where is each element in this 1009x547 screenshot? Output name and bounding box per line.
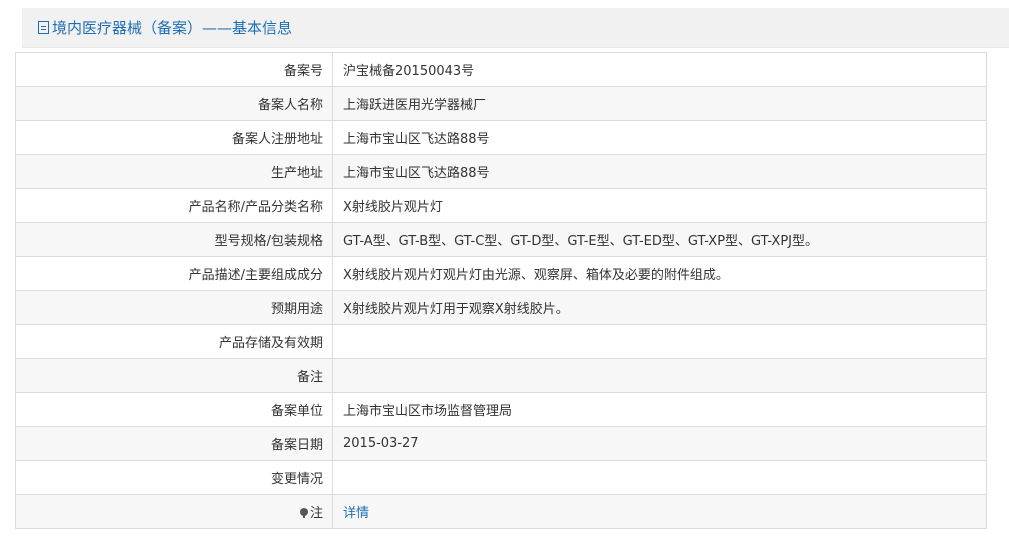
row-label: 备案人名称	[15, 86, 333, 121]
table-row: 备注	[15, 358, 987, 393]
row-value: 2015-03-27	[332, 426, 987, 461]
table-row: 生产地址 上海市宝山区飞达路88号	[15, 154, 987, 189]
table-row: 变更情况	[15, 460, 987, 495]
table-row: 备案号 沪宝械备20150043号	[15, 52, 987, 87]
row-value: GT-A型、GT-B型、GT-C型、GT-D型、GT-E型、GT-ED型、GT-…	[332, 222, 987, 257]
table-row: 备案日期 2015-03-27	[15, 426, 987, 461]
row-value: 上海市宝山区飞达路88号	[332, 120, 987, 155]
row-value: X射线胶片观片灯	[332, 188, 987, 223]
note-label: 注	[309, 506, 323, 521]
row-label: 备案号	[15, 52, 333, 87]
table-row: 备案单位 上海市宝山区市场监督管理局	[15, 392, 987, 427]
row-value	[332, 324, 987, 359]
row-value: 上海跃进医用光学器械厂	[332, 86, 987, 121]
note-value-cell: 详情	[332, 494, 987, 529]
row-value	[332, 358, 987, 393]
table-row-note: 注 详情	[15, 494, 987, 529]
table-row: 备案人注册地址 上海市宝山区飞达路88号	[15, 120, 987, 155]
row-label: 变更情况	[15, 460, 333, 495]
row-label: 备案日期	[15, 426, 333, 461]
note-label-cell: 注	[15, 494, 333, 529]
table-row: 预期用途 X射线胶片观片灯用于观察X射线胶片。	[15, 290, 987, 325]
row-label: 产品描述/主要组成成分	[15, 256, 333, 291]
row-label: 备注	[15, 358, 333, 393]
panel-header: 境内医疗器械（备案）——基本信息	[22, 8, 1009, 48]
row-value: X射线胶片观片灯用于观察X射线胶片。	[332, 290, 987, 325]
table-row: 产品名称/产品分类名称 X射线胶片观片灯	[15, 188, 987, 223]
row-value: 沪宝械备20150043号	[332, 52, 987, 87]
row-value: X射线胶片观片灯观片灯由光源、观察屏、箱体及必要的附件组成。	[332, 256, 987, 291]
row-label: 备案人注册地址	[15, 120, 333, 155]
pin-icon	[299, 508, 308, 518]
info-table: 备案号 沪宝械备20150043号 备案人名称 上海跃进医用光学器械厂 备案人注…	[15, 52, 987, 529]
row-value: 上海市宝山区市场监督管理局	[332, 392, 987, 427]
table-row: 产品描述/主要组成成分 X射线胶片观片灯观片灯由光源、观察屏、箱体及必要的附件组…	[15, 256, 987, 291]
row-label: 预期用途	[15, 290, 333, 325]
table-row: 备案人名称 上海跃进医用光学器械厂	[15, 86, 987, 121]
row-label: 生产地址	[15, 154, 333, 189]
row-label: 产品名称/产品分类名称	[15, 188, 333, 223]
row-label: 产品存储及有效期	[15, 324, 333, 359]
table-row: 产品存储及有效期	[15, 324, 987, 359]
page-title: 境内医疗器械（备案）——基本信息	[52, 19, 293, 37]
document-icon	[38, 21, 49, 34]
row-label: 型号规格/包装规格	[15, 222, 333, 257]
row-value	[332, 460, 987, 495]
details-link[interactable]: 详情	[343, 506, 369, 521]
row-label: 备案单位	[15, 392, 333, 427]
table-row: 型号规格/包装规格 GT-A型、GT-B型、GT-C型、GT-D型、GT-E型、…	[15, 222, 987, 257]
row-value: 上海市宝山区飞达路88号	[332, 154, 987, 189]
